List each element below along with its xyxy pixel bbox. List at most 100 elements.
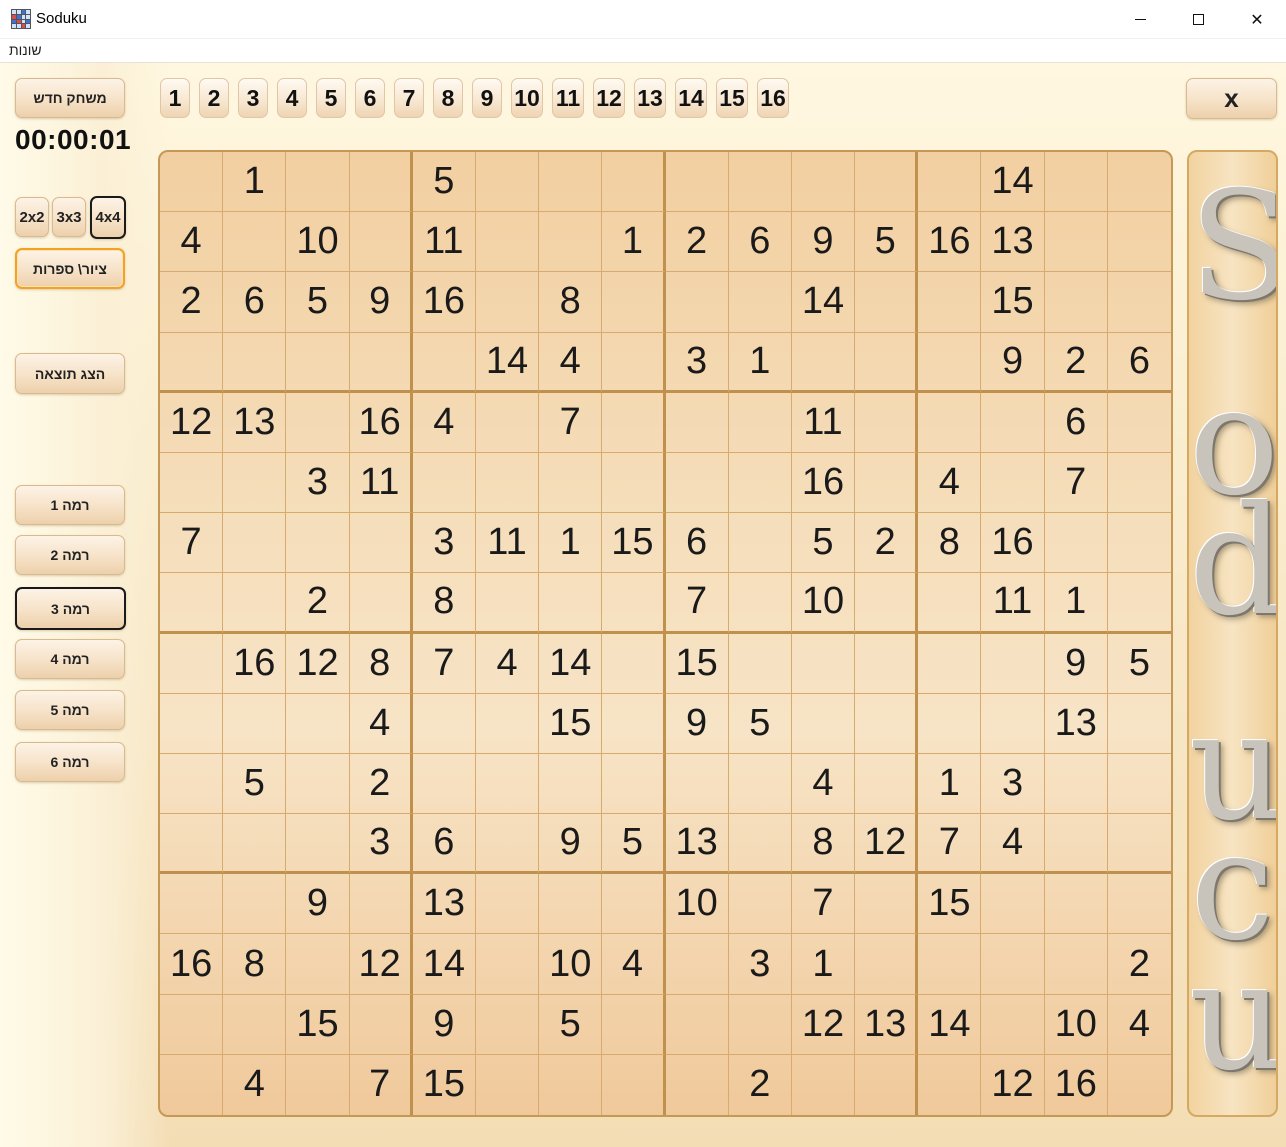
board-cell[interactable]: 14 [918, 994, 982, 1055]
board-cell[interactable] [349, 332, 413, 393]
board-cell[interactable]: 16 [412, 272, 476, 333]
board-cell[interactable] [223, 332, 287, 393]
board-cell[interactable] [602, 994, 666, 1055]
board-cell[interactable]: 7 [918, 814, 982, 875]
board-cell[interactable] [286, 513, 350, 574]
board-cell[interactable]: 11 [349, 452, 413, 514]
number-button-3[interactable]: 3 [238, 78, 268, 118]
board-cell[interactable]: 8 [412, 573, 476, 634]
board-cell[interactable]: 13 [223, 392, 287, 453]
board-cell[interactable]: 9 [981, 332, 1045, 393]
number-button-12[interactable]: 12 [593, 78, 625, 118]
number-button-7[interactable]: 7 [394, 78, 424, 118]
board-cell[interactable]: 7 [412, 633, 476, 694]
board-cell[interactable]: 4 [539, 332, 603, 393]
level-5-button[interactable]: רמה 5 [15, 690, 125, 730]
board-cell[interactable]: 10 [286, 212, 350, 273]
board-cell[interactable]: 16 [981, 513, 1045, 574]
board-cell[interactable] [855, 332, 919, 393]
board-cell[interactable] [855, 753, 919, 815]
board-cell[interactable] [539, 152, 603, 213]
board-cell[interactable] [918, 573, 982, 634]
size-3x3-button[interactable]: 3x3 [52, 197, 86, 237]
board-cell[interactable]: 6 [728, 212, 792, 273]
board-cell[interactable] [918, 693, 982, 754]
board-cell[interactable]: 4 [602, 934, 666, 995]
board-cell[interactable] [160, 332, 224, 393]
board-cell[interactable] [981, 994, 1045, 1055]
board-cell[interactable]: 14 [539, 633, 603, 694]
board-cell[interactable]: 1 [539, 513, 603, 574]
board-cell[interactable]: 10 [665, 874, 729, 935]
board-cell[interactable] [1044, 753, 1108, 815]
number-button-10[interactable]: 10 [511, 78, 543, 118]
board-cell[interactable]: 7 [791, 874, 856, 935]
board-cell[interactable] [728, 753, 792, 815]
board-cell[interactable] [1107, 573, 1171, 634]
board-cell[interactable] [855, 934, 919, 995]
board-cell[interactable] [1044, 272, 1108, 333]
board-cell[interactable]: 2 [160, 272, 224, 333]
board-cell[interactable] [1107, 453, 1171, 514]
board-cell[interactable] [475, 452, 540, 514]
number-button-13[interactable]: 13 [634, 78, 666, 118]
board-cell[interactable]: 12 [286, 633, 350, 694]
board-cell[interactable] [1107, 513, 1171, 574]
board-cell[interactable]: 15 [981, 272, 1045, 333]
board-cell[interactable]: 7 [539, 392, 603, 453]
board-cell[interactable] [602, 573, 666, 634]
board-cell[interactable] [1107, 694, 1171, 754]
board-cell[interactable]: 7 [160, 513, 224, 574]
number-button-11[interactable]: 11 [552, 78, 584, 118]
level-2-button[interactable]: רמה 2 [15, 535, 125, 575]
board-cell[interactable]: 3 [286, 452, 350, 514]
board-cell[interactable] [539, 573, 603, 634]
maximize-button[interactable] [1169, 0, 1227, 39]
board-cell[interactable] [981, 874, 1045, 935]
board-cell[interactable] [728, 814, 792, 875]
board-cell[interactable] [475, 272, 540, 333]
board-cell[interactable]: 6 [412, 814, 476, 875]
board-cell[interactable] [918, 392, 982, 453]
board-cell[interactable]: 12 [349, 934, 413, 995]
board-cell[interactable]: 13 [855, 994, 919, 1055]
board-cell[interactable]: 1 [791, 934, 856, 995]
board-cell[interactable] [918, 152, 982, 213]
board-cell[interactable]: 12 [160, 392, 224, 453]
board-cell[interactable] [286, 753, 350, 815]
board-cell[interactable]: 16 [918, 212, 982, 273]
board-cell[interactable] [791, 633, 856, 694]
board-cell[interactable] [855, 272, 919, 333]
board-cell[interactable] [160, 152, 224, 213]
board-cell[interactable] [475, 814, 540, 875]
board-cell[interactable] [160, 693, 224, 754]
board-cell[interactable] [666, 1054, 729, 1115]
board-cell[interactable]: 9 [412, 994, 476, 1055]
board-cell[interactable]: 11 [412, 212, 476, 273]
board-cell[interactable] [981, 693, 1045, 754]
board-cell[interactable]: 13 [665, 814, 729, 875]
board-cell[interactable]: 14 [981, 152, 1045, 213]
board-cell[interactable]: 2 [1044, 332, 1108, 393]
board-cell[interactable] [539, 874, 603, 935]
board-cell[interactable]: 7 [1044, 452, 1108, 514]
board-cell[interactable]: 14 [475, 332, 540, 393]
board-cell[interactable] [665, 934, 729, 995]
board-cell[interactable] [539, 452, 603, 514]
board-cell[interactable] [602, 152, 666, 213]
board-cell[interactable]: 13 [981, 212, 1045, 273]
board-cell[interactable]: 6 [1107, 333, 1171, 393]
board-cell[interactable] [286, 934, 350, 995]
board-cell[interactable] [981, 633, 1045, 694]
board-cell[interactable] [223, 513, 287, 574]
board-cell[interactable]: 15 [602, 513, 666, 574]
board-cell[interactable] [1107, 814, 1171, 875]
board-cell[interactable] [349, 874, 413, 935]
board-cell[interactable] [475, 152, 540, 213]
board-cell[interactable] [412, 693, 476, 754]
board-cell[interactable] [855, 573, 919, 634]
board-cell[interactable] [918, 272, 982, 333]
board-cell[interactable]: 8 [918, 513, 982, 574]
board-cell[interactable]: 14 [791, 272, 856, 333]
board-cell[interactable] [665, 392, 729, 453]
